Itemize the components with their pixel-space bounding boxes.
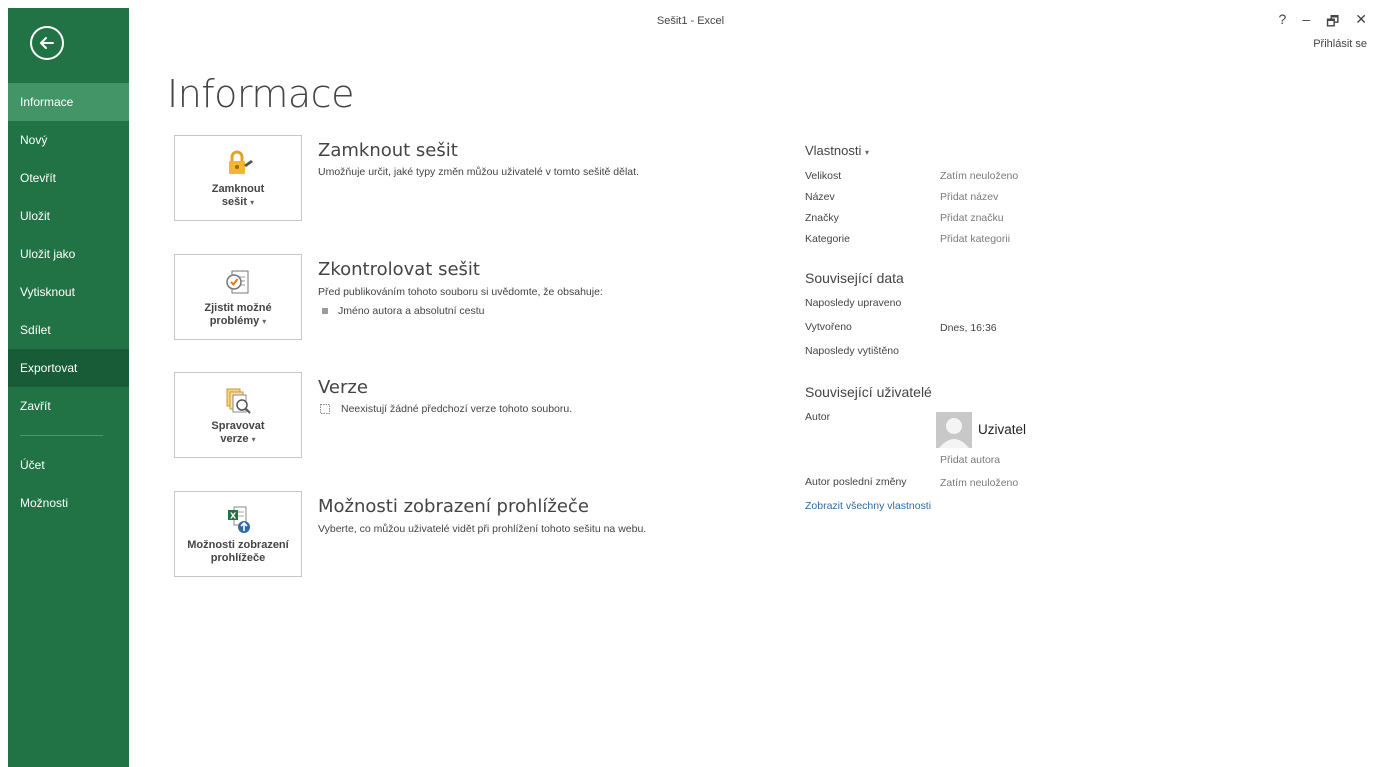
versions-desc: Neexistují žádné předchozí verze tohoto … xyxy=(341,403,573,415)
versions-title: Verze xyxy=(318,377,368,398)
minimize-icon[interactable]: – xyxy=(1302,11,1310,35)
nav-item-exportovat[interactable]: Exportovat xyxy=(8,349,129,387)
lock-icon xyxy=(229,150,253,174)
nav-item-vytisknout[interactable]: Vytisknout xyxy=(8,273,129,311)
protect-workbook-button[interactable]: Zamknout sešit ▾ xyxy=(174,135,302,221)
nav-item-novy[interactable]: Nový xyxy=(8,121,129,159)
person-icon xyxy=(939,418,969,448)
check-issues-button[interactable]: Zjistit možné problémy ▾ xyxy=(174,254,302,340)
browser-title: Možnosti zobrazení prohlížeče xyxy=(318,496,589,517)
property-label-tags: Značky xyxy=(805,212,839,224)
properties-heading[interactable]: Vlastnosti ▾ xyxy=(805,143,869,158)
back-button[interactable] xyxy=(30,26,64,60)
check-issues-label-1: Zjistit možné xyxy=(204,302,272,314)
manage-versions-label-2: verze xyxy=(220,433,249,445)
last-modified-by-label: Autor poslední změny xyxy=(805,476,907,488)
excel-web-icon: X xyxy=(228,506,250,533)
property-label-size: Velikost xyxy=(805,170,842,182)
dropdown-caret-icon: ▾ xyxy=(865,148,870,157)
add-author-field[interactable]: Přidat autora xyxy=(940,454,1000,466)
window-title: Sešit1 - Excel xyxy=(656,15,725,27)
show-all-properties-link[interactable]: Zobrazit všechny vlastnosti xyxy=(805,500,931,512)
property-value-size: Zatím neuloženo xyxy=(940,170,1019,182)
protect-button-label-1: Zamknout xyxy=(211,183,265,195)
versions-icon xyxy=(226,388,251,414)
inspect-desc: Před publikováním tohoto souboru si uvěd… xyxy=(318,286,603,298)
last-modified-label: Naposledy upraveno xyxy=(805,297,902,309)
protect-button-label-2: sešit xyxy=(221,196,247,208)
versions-note: Neexistují žádné předchozí verze tohoto … xyxy=(319,403,572,415)
dropdown-caret-icon: ▾ xyxy=(250,198,255,207)
restore-icon[interactable]: 🗗 xyxy=(1326,11,1339,35)
property-value-title[interactable]: Přidat název xyxy=(940,191,998,203)
browser-view-label-2: prohlížeče xyxy=(210,552,266,564)
author-label: Autor xyxy=(805,411,831,423)
window-controls: ? – 🗗 ✕ xyxy=(1279,11,1367,35)
check-issues-label-2: problémy xyxy=(209,315,260,327)
dropdown-caret-icon: ▾ xyxy=(262,317,267,326)
author-name[interactable]: Uzivatel xyxy=(978,422,1026,437)
bullet-icon xyxy=(322,308,328,314)
inspect-bullet-text: Jméno autora a absolutní cestu xyxy=(338,305,485,317)
properties-heading-text: Vlastnosti xyxy=(805,143,862,158)
document-icon xyxy=(320,404,330,414)
browser-view-options-button[interactable]: X Možnosti zobrazení prohlížeče xyxy=(174,491,302,577)
created-label: Vytvořeno xyxy=(805,321,852,333)
avatar[interactable] xyxy=(936,412,972,448)
page-title: Informace xyxy=(167,72,354,116)
last-printed-label: Naposledy vytištěno xyxy=(805,345,899,357)
nav-item-ucet[interactable]: Účet xyxy=(8,446,129,484)
property-value-category[interactable]: Přidat kategorii xyxy=(940,233,1010,245)
svg-text:X: X xyxy=(230,512,237,521)
property-label-category: Kategorie xyxy=(805,233,850,245)
back-arrow-icon xyxy=(40,37,54,49)
help-icon[interactable]: ? xyxy=(1279,11,1287,35)
dropdown-caret-icon: ▾ xyxy=(251,435,256,444)
protect-title: Zamknout sešit xyxy=(318,140,458,161)
nav-item-sdilet[interactable]: Sdílet xyxy=(8,311,129,349)
property-label-title: Název xyxy=(805,191,835,203)
nav-item-otevrit[interactable]: Otevřít xyxy=(8,159,129,197)
nav-item-ulozit[interactable]: Uložit xyxy=(8,197,129,235)
nav-item-ulozit-jako[interactable]: Uložit jako xyxy=(8,235,129,273)
nav-item-zavrit[interactable]: Zavřít xyxy=(8,387,129,425)
inspect-document-icon xyxy=(226,270,249,294)
nav-separator xyxy=(20,435,103,436)
browser-view-label-1: Možnosti zobrazení xyxy=(187,539,289,551)
backstage-nav: Informace Nový Otevřít Uložit Uložit jak… xyxy=(8,8,129,767)
nav-item-informace[interactable]: Informace xyxy=(8,83,129,121)
nav-list: Informace Nový Otevřít Uložit Uložit jak… xyxy=(8,83,129,522)
protect-desc: Umožňuje určit, jaké typy změn můžou uži… xyxy=(318,166,639,178)
manage-versions-button[interactable]: Spravovat verze ▾ xyxy=(174,372,302,458)
related-people-heading: Související uživatelé xyxy=(805,384,932,400)
inspect-title: Zkontrolovat sešit xyxy=(318,259,480,280)
related-dates-heading: Související data xyxy=(805,270,904,286)
inspect-bullet: Jméno autora a absolutní cestu xyxy=(322,305,485,317)
manage-versions-label-1: Spravovat xyxy=(211,420,265,432)
browser-desc: Vyberte, co můžou uživatelé vidět při pr… xyxy=(318,523,647,535)
last-modified-by-value: Zatím neuloženo xyxy=(940,477,1019,489)
created-value: Dnes, 16:36 xyxy=(940,322,997,334)
signin-link[interactable]: Přihlásit se xyxy=(1313,38,1367,50)
nav-item-moznosti[interactable]: Možnosti xyxy=(8,484,129,522)
close-icon[interactable]: ✕ xyxy=(1355,11,1367,35)
property-value-tags[interactable]: Přidat značku xyxy=(940,212,1004,224)
